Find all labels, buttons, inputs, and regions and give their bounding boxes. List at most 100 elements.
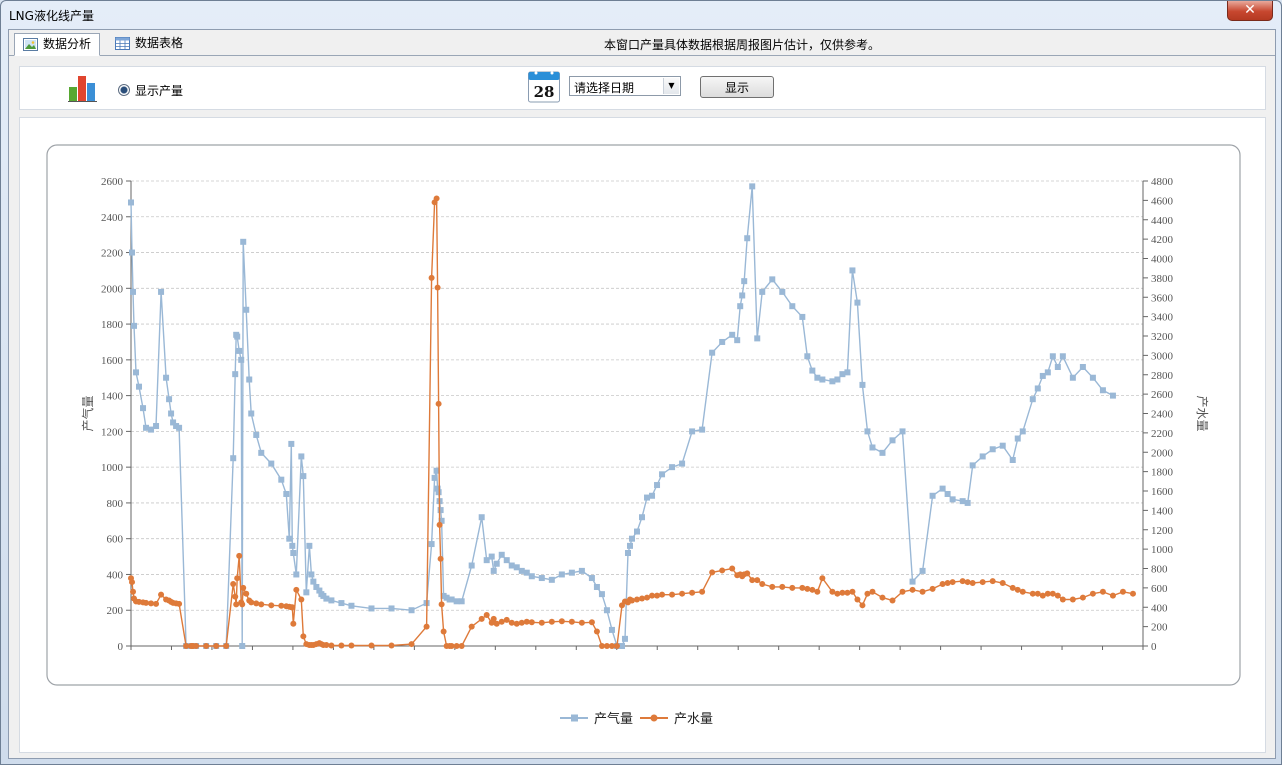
data-point-gas bbox=[300, 473, 307, 480]
chevron-down-icon[interactable]: ▼ bbox=[663, 78, 679, 94]
data-point-gas bbox=[1054, 364, 1061, 370]
data-point-gas bbox=[1009, 457, 1016, 463]
data-point-water bbox=[744, 570, 751, 577]
data-point-gas bbox=[248, 410, 255, 417]
data-point-gas bbox=[624, 550, 631, 556]
data-point-gas bbox=[854, 299, 861, 306]
data-point-water bbox=[232, 593, 239, 600]
data-point-water bbox=[834, 590, 841, 597]
data-point-water bbox=[528, 619, 535, 626]
data-point-water bbox=[969, 580, 976, 587]
data-point-gas bbox=[999, 442, 1006, 449]
data-point-gas bbox=[286, 535, 293, 542]
data-point-water bbox=[854, 596, 861, 603]
tab-data-table[interactable]: 数据表格 bbox=[107, 33, 191, 56]
legend-marker bbox=[571, 714, 578, 722]
data-point-gas bbox=[729, 331, 736, 338]
data-point-water bbox=[859, 602, 866, 609]
data-point-gas bbox=[468, 562, 475, 569]
close-button[interactable]: ✕ bbox=[1227, 1, 1273, 21]
tab-data-table-label: 数据表格 bbox=[135, 36, 184, 50]
y-left-tick-label: 2000 bbox=[101, 283, 124, 295]
data-point-gas bbox=[234, 333, 241, 340]
data-point-water bbox=[230, 581, 237, 587]
y-left-tick-label: 2200 bbox=[101, 248, 124, 260]
data-point-water bbox=[253, 600, 260, 607]
radio-button-checked[interactable] bbox=[118, 84, 130, 96]
data-point-water bbox=[979, 579, 986, 586]
data-point-water bbox=[293, 586, 300, 593]
data-point-water bbox=[613, 643, 620, 649]
tab-data-analysis[interactable]: 数据分析 bbox=[14, 33, 101, 56]
y-right-tick-label: 2800 bbox=[1151, 370, 1174, 382]
data-point-water bbox=[909, 586, 916, 593]
data-point-gas bbox=[699, 426, 706, 433]
data-point-water bbox=[639, 595, 646, 602]
data-point-gas bbox=[253, 431, 260, 438]
data-point-water bbox=[593, 628, 600, 635]
data-point-gas bbox=[628, 535, 635, 542]
data-point-water bbox=[1069, 596, 1076, 603]
data-point-water bbox=[548, 618, 555, 625]
data-point-gas bbox=[741, 278, 748, 285]
data-point-gas bbox=[230, 455, 237, 462]
data-point-gas bbox=[654, 482, 661, 489]
data-point-gas bbox=[804, 353, 811, 360]
data-point-gas bbox=[689, 428, 696, 435]
data-point-gas bbox=[754, 335, 761, 342]
data-point-gas bbox=[558, 571, 565, 578]
data-point-gas bbox=[303, 589, 310, 596]
data-point-water bbox=[879, 594, 886, 601]
data-point-gas bbox=[869, 444, 876, 451]
y-right-tick-label: 0 bbox=[1151, 641, 1157, 653]
data-point-gas bbox=[528, 573, 535, 580]
data-point-water bbox=[268, 602, 275, 609]
y-right-tick-label: 600 bbox=[1151, 583, 1168, 595]
data-point-gas bbox=[864, 428, 871, 435]
data-point-gas bbox=[744, 235, 751, 242]
data-point-water bbox=[1059, 596, 1066, 603]
date-select[interactable]: 请选择日期 ▼ bbox=[569, 76, 681, 96]
data-point-gas bbox=[588, 575, 595, 582]
data-point-gas bbox=[621, 635, 628, 642]
data-point-gas bbox=[388, 605, 395, 612]
data-point-gas bbox=[899, 428, 906, 435]
y-right-tick-label: 3800 bbox=[1151, 273, 1174, 285]
data-point-water bbox=[129, 579, 136, 586]
data-point-gas bbox=[236, 347, 243, 354]
data-point-gas bbox=[649, 492, 656, 499]
data-point-water bbox=[239, 601, 246, 608]
data-point-gas bbox=[737, 303, 744, 310]
data-point-gas bbox=[779, 288, 786, 295]
data-point-gas bbox=[1029, 396, 1036, 403]
calendar-icon[interactable]: 28 bbox=[528, 70, 560, 103]
data-point-water bbox=[729, 565, 736, 572]
y-right-tick-label: 1200 bbox=[1151, 525, 1174, 537]
y-left-tick-label: 2600 bbox=[101, 176, 124, 188]
y-left-tick-label: 400 bbox=[107, 569, 124, 581]
data-point-water bbox=[438, 601, 445, 608]
data-point-gas bbox=[428, 541, 435, 548]
data-point-water bbox=[844, 589, 851, 596]
data-point-gas bbox=[239, 643, 246, 649]
data-point-gas bbox=[503, 557, 510, 564]
data-point-gas bbox=[163, 374, 170, 381]
data-point-water bbox=[1054, 592, 1061, 599]
data-point-water bbox=[240, 584, 247, 591]
title-bar[interactable]: LNG液化线产量 ✕ bbox=[1, 1, 1281, 29]
data-point-water bbox=[458, 643, 465, 649]
y-left-tick-label: 0 bbox=[118, 641, 124, 653]
legend-label: 产水量 bbox=[674, 712, 713, 727]
data-point-water bbox=[634, 596, 640, 603]
data-point-water bbox=[433, 195, 440, 202]
data-point-gas bbox=[919, 567, 926, 574]
data-point-gas bbox=[1059, 353, 1066, 360]
show-button[interactable]: 显示 bbox=[700, 76, 774, 98]
data-point-water bbox=[176, 600, 183, 607]
y-right-tick-label: 4400 bbox=[1151, 215, 1174, 227]
data-point-gas bbox=[153, 423, 160, 430]
data-point-gas bbox=[1099, 387, 1106, 394]
data-point-gas bbox=[1014, 435, 1021, 442]
data-point-gas bbox=[258, 449, 265, 456]
data-point-gas bbox=[929, 492, 936, 499]
